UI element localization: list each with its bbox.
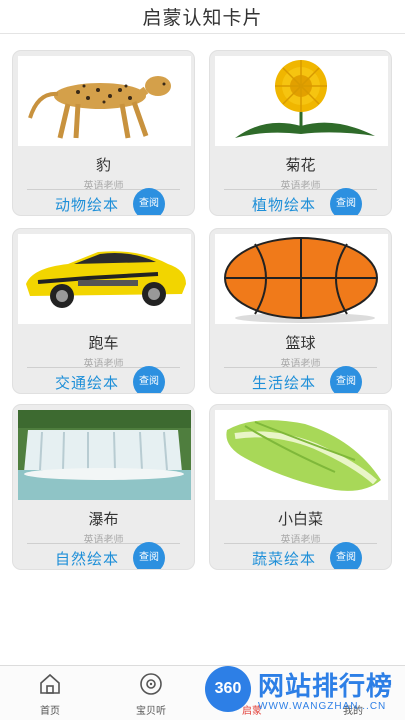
view-button[interactable]: 查阅 — [133, 188, 165, 215]
waterfall-image — [18, 410, 191, 500]
view-button[interactable]: 查阅 — [330, 366, 362, 393]
card-name: 篮球 — [285, 335, 316, 352]
card-basketball[interactable]: 篮球 英语老师 生活绘本 查阅 — [209, 228, 392, 394]
home-icon — [40, 673, 60, 694]
sports-car-image — [18, 234, 191, 324]
card-waterfall[interactable]: 瀑布 英语老师 自然绘本 查阅 — [12, 404, 195, 570]
card-name: 小白菜 — [277, 511, 323, 528]
view-button[interactable]: 查阅 — [133, 542, 165, 569]
view-button[interactable]: 查阅 — [330, 542, 362, 569]
tab-label: 首页 — [40, 706, 60, 717]
card-book-link[interactable]: 生活绘本 — [252, 372, 316, 393]
watermark-url: WWW.WANGZHAN...CN — [258, 701, 387, 712]
view-button[interactable]: 查阅 — [330, 188, 362, 215]
chrysanthemum-image — [215, 56, 388, 146]
view-button[interactable]: 查阅 — [133, 366, 165, 393]
tab-listen[interactable]: 宝贝听 — [101, 666, 201, 720]
page-title: 启蒙认知卡片 — [142, 8, 263, 29]
card-chrysanthemum[interactable]: 菊花 英语老师 植物绘本 查阅 — [209, 50, 392, 216]
watermark-badge: 360 — [205, 666, 251, 712]
bok-choy-image — [215, 410, 388, 500]
cheetah-image — [18, 56, 191, 146]
card-book-link[interactable]: 交通绘本 — [55, 372, 119, 393]
basketball-image — [215, 234, 388, 324]
top-bar: 启蒙认知卡片 — [0, 0, 405, 34]
tab-label: 宝贝听 — [136, 706, 166, 717]
card-name: 瀑布 — [88, 511, 119, 528]
card-book-link[interactable]: 动物绘本 — [55, 194, 119, 215]
card-name: 菊花 — [285, 157, 316, 174]
card-cheetah[interactable]: 豹 英语老师 动物绘本 查阅 — [12, 50, 195, 216]
card-book-link[interactable]: 植物绘本 — [252, 194, 316, 215]
watermark-text: 网站排行榜 — [258, 671, 394, 701]
card-sports-car[interactable]: 跑车 英语老师 交通绘本 查阅 — [12, 228, 195, 394]
watermark: 360 网站排行榜 WWW.WANGZHAN...CN — [200, 660, 405, 720]
disc-icon — [140, 673, 162, 695]
tab-home[interactable]: 首页 — [0, 666, 100, 720]
card-bok-choy[interactable]: 小白菜 英语老师 蔬菜绘本 查阅 — [209, 404, 392, 570]
card-name: 跑车 — [88, 335, 119, 352]
card-name: 豹 — [95, 157, 111, 174]
card-book-link[interactable]: 自然绘本 — [55, 548, 119, 569]
card-book-link[interactable]: 蔬菜绘本 — [252, 548, 316, 569]
